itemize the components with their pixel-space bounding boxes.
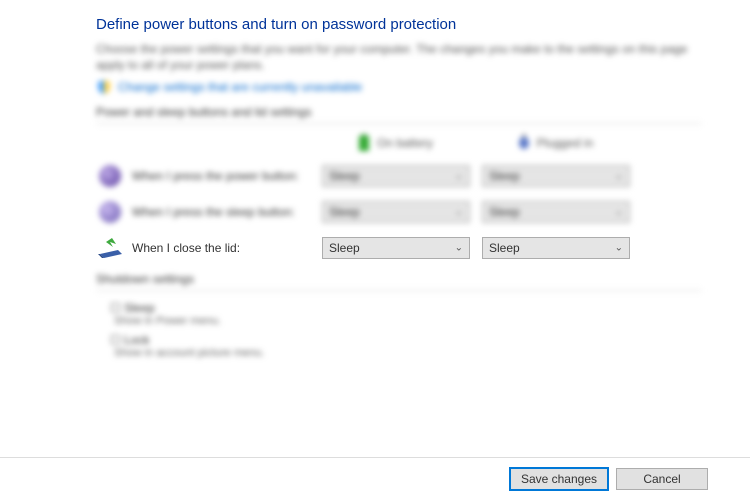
row-power-button: When I press the power button: Sleep ⌄ S… [96, 164, 702, 188]
chevron-down-icon: ⌄ [615, 207, 623, 218]
lid-icon [96, 236, 124, 260]
column-on-battery-label: On battery [377, 136, 433, 150]
shield-icon [96, 79, 112, 95]
row-close-lid-label: When I close the lid: [132, 241, 322, 255]
shutdown-lock-sub: Show in account picture menu. [114, 347, 702, 359]
column-on-battery: On battery [321, 134, 469, 152]
chevron-down-icon: ⌄ [615, 171, 623, 182]
battery-icon [357, 134, 371, 152]
shutdown-lock-label: Lock [124, 333, 149, 347]
page-title: Define power buttons and turn on passwor… [96, 16, 702, 33]
shutdown-settings-header: Shutdown settings [96, 272, 702, 286]
page-description: Choose the power settings that you want … [96, 41, 702, 73]
power-button-plugged-value: Sleep [489, 169, 520, 183]
row-sleep-button-label: When I press the sleep button: [132, 205, 322, 219]
divider [96, 123, 702, 124]
power-button-plugged-select[interactable]: Sleep ⌄ [482, 165, 630, 187]
power-buttons-section-header: Power and sleep buttons and lid settings [96, 105, 702, 119]
lid-plugged-select[interactable]: Sleep ⌄ [482, 237, 630, 259]
row-close-lid: When I close the lid: Sleep ⌄ Sleep ⌄ [96, 236, 702, 260]
sleep-button-icon [96, 200, 124, 224]
lid-on-battery-select[interactable]: Sleep ⌄ [322, 237, 470, 259]
cancel-button[interactable]: Cancel [616, 468, 708, 490]
column-plugged-in-label: Plugged in [537, 136, 594, 150]
footer: Save changes Cancel [0, 457, 750, 500]
lid-on-battery-value: Sleep [329, 241, 360, 255]
main-content: Define power buttons and turn on passwor… [0, 0, 750, 359]
power-button-on-battery-value: Sleep [329, 169, 360, 183]
checkbox-icon: ☐ [110, 333, 121, 347]
sleep-button-on-battery-value: Sleep [329, 205, 360, 219]
sleep-button-on-battery-select[interactable]: Sleep ⌄ [322, 201, 470, 223]
change-settings-link[interactable]: Change settings that are currently unava… [96, 79, 702, 95]
columns-header: On battery Plugged in [321, 134, 702, 152]
lid-plugged-value: Sleep [489, 241, 520, 255]
chevron-down-icon: ⌄ [455, 171, 463, 182]
shutdown-sleep-label: Sleep [124, 301, 155, 315]
column-plugged-in: Plugged in [481, 134, 629, 152]
sleep-button-plugged-value: Sleep [489, 205, 520, 219]
chevron-down-icon: ⌄ [455, 207, 463, 218]
checkbox-icon: ☐ [110, 301, 121, 315]
chevron-down-icon: ⌄ [455, 243, 463, 254]
power-button-icon [96, 164, 124, 188]
shutdown-sleep-sub: Show in Power menu. [114, 315, 702, 327]
plug-icon [517, 134, 531, 152]
shutdown-lock-option[interactable]: ☐ Lock [110, 333, 702, 347]
shutdown-settings: Shutdown settings ☐ Sleep Show in Power … [96, 272, 702, 359]
save-changes-button[interactable]: Save changes [510, 468, 608, 490]
change-settings-label: Change settings that are currently unava… [118, 80, 362, 94]
divider [96, 290, 702, 291]
chevron-down-icon: ⌄ [615, 243, 623, 254]
sleep-button-plugged-select[interactable]: Sleep ⌄ [482, 201, 630, 223]
row-power-button-label: When I press the power button: [132, 169, 322, 183]
row-sleep-button: When I press the sleep button: Sleep ⌄ S… [96, 200, 702, 224]
power-button-on-battery-select[interactable]: Sleep ⌄ [322, 165, 470, 187]
shutdown-sleep-option[interactable]: ☐ Sleep [110, 301, 702, 315]
